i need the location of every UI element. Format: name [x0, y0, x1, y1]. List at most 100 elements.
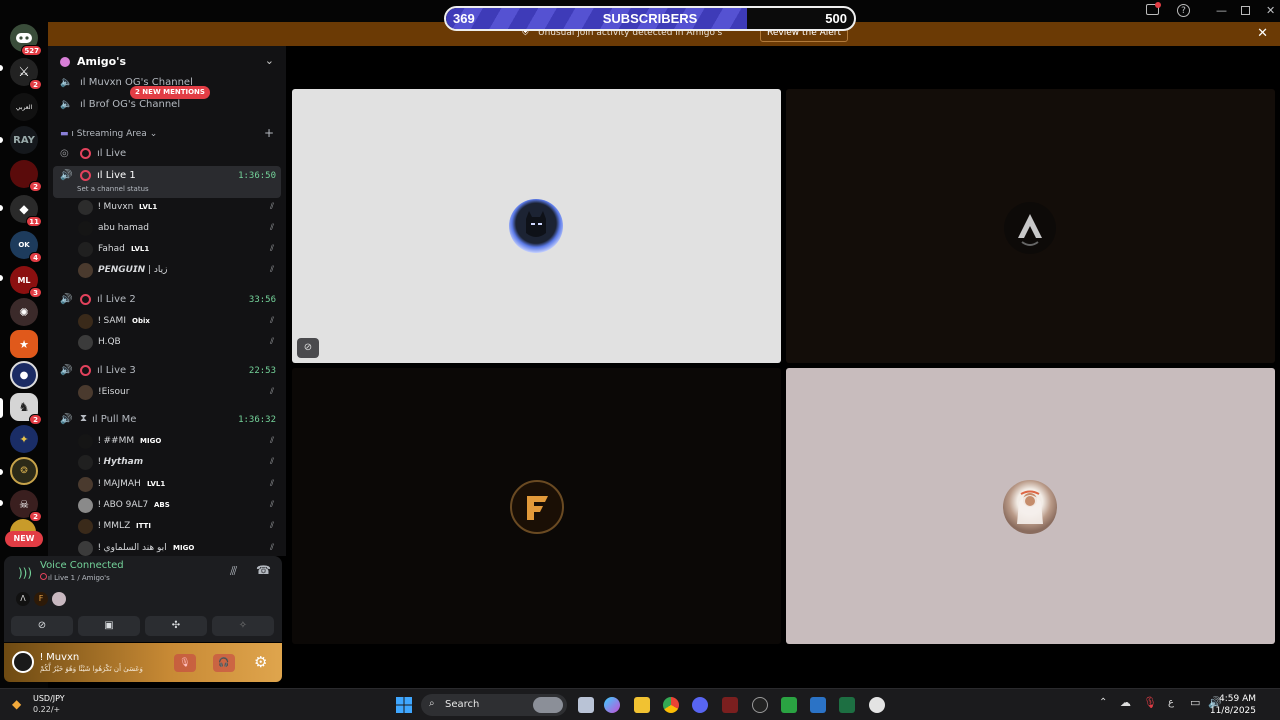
server-icon[interactable]: ❂ [10, 457, 38, 485]
cloud-icon[interactable]: ☁ [1120, 696, 1131, 709]
inbox-icon[interactable] [1146, 2, 1161, 15]
voice-user-row[interactable]: ǃ MAJMAH LVL1 ⫽ [48, 475, 286, 496]
new-mentions-badge[interactable]: 2 NEW MENTIONS [130, 86, 210, 99]
participant-avatar[interactable]: F [34, 592, 48, 606]
voice-user-row[interactable]: ǃ 𝙃𝙮𝙩𝙝𝙖𝙢 ⫽ [48, 453, 286, 474]
voice-user-row[interactable]: 𝙋𝙀𝙉𝙂𝙐𝙄𝙉 | زياد ⫽ [48, 261, 286, 282]
app-icon[interactable] [722, 697, 738, 713]
gear-icon[interactable]: ⚙ [254, 653, 267, 671]
video-tile-fahad[interactable] [292, 368, 781, 644]
chevron-down-icon: ⌄ [149, 129, 158, 139]
muted-mic-icon: ⫽ [269, 265, 274, 275]
network-icon[interactable]: ▭ [1190, 696, 1200, 709]
voice-user-row[interactable]: !Eisour ⫽ [48, 383, 286, 404]
unread-badge: 4 [29, 252, 42, 263]
server-icon[interactable]: العربي [10, 93, 38, 121]
obs-icon[interactable] [752, 697, 768, 713]
voice-user-row[interactable]: ǃ SAMI Obix ⫽ [48, 312, 286, 333]
voice-user-name: ǃ ابو هند السلماوي [98, 542, 167, 553]
windows-start-icon[interactable] [396, 697, 412, 713]
server-icon[interactable]: 2 [10, 160, 42, 192]
chrome-profile-icon[interactable] [869, 697, 885, 713]
server-icon[interactable]: ✺ [10, 298, 38, 326]
channel-pull-me[interactable]: 🔊 ⧗ ıl Pull Me 1:36:32 [48, 410, 286, 432]
game-icon[interactable] [781, 697, 797, 713]
voice-user-name: ǃ SAMI [98, 316, 126, 326]
voice-user-row[interactable]: ǃ ABO 9AL7 ABS ⫽ [48, 496, 286, 517]
server-icon[interactable]: 527 [10, 24, 42, 56]
server-icon[interactable]: ML 3 [10, 266, 42, 298]
unread-badge: 2 [29, 79, 42, 90]
voice-user-row[interactable]: Fahad LVL1 ⫽ [48, 240, 286, 261]
voice-connected-title[interactable]: Voice Connected [40, 560, 124, 571]
maximize-icon[interactable] [1241, 6, 1250, 15]
server-icon[interactable]: OK 4 [10, 231, 42, 263]
channel-live3[interactable]: 🔊 ıl Live 3 22:53 [48, 361, 286, 383]
server-icon-active[interactable]: ♞ 2 [10, 393, 42, 425]
help-icon[interactable]: ? [1177, 4, 1190, 17]
server-icon[interactable]: RAY [10, 126, 38, 154]
video-tile-penguin[interactable] [786, 368, 1275, 644]
server-icon[interactable]: ● [10, 361, 38, 389]
activities-button[interactable]: ✣ [145, 616, 207, 636]
channel-live[interactable]: ◎ ıl Live [48, 144, 286, 166]
voice-user-row[interactable]: ǃ MMLZ ITTI ⫽ [48, 517, 286, 538]
app-icon[interactable] [810, 697, 826, 713]
voice-user-row[interactable]: ǃ Muvxn LVL1 ⫽ [48, 198, 286, 219]
chrome-icon[interactable] [663, 697, 679, 713]
avatar[interactable] [12, 651, 34, 673]
noise-suppression-icon[interactable]: ⫻ [230, 564, 237, 579]
mute-icon[interactable]: 🎙 [174, 654, 196, 672]
disconnect-icon[interactable]: ☎ [256, 563, 271, 577]
subscriber-label: SUBSCRIBERS [602, 11, 698, 26]
voice-user-row[interactable]: H.QB ⫽ [48, 333, 286, 354]
discord-icon[interactable] [692, 697, 708, 713]
voice-user-row[interactable]: ǃ ##MM MIGO ⫽ [48, 432, 286, 453]
user-role-tag: LVL1 [131, 245, 150, 253]
live-icon [80, 170, 91, 181]
participant-avatar[interactable]: Λ [16, 592, 30, 606]
file-explorer-icon[interactable] [634, 697, 650, 713]
soundboard-button[interactable]: ✧ [212, 616, 274, 636]
server-icon[interactable]: ★ [10, 330, 38, 358]
deafen-icon[interactable]: 🎧 [213, 654, 235, 672]
avatar [78, 385, 93, 400]
server-icon[interactable]: ✦ [10, 425, 38, 453]
screen-share-button[interactable]: ▣ [78, 616, 140, 636]
new-servers-badge[interactable]: NEW [5, 531, 43, 547]
currency-ticker[interactable]: USD/JPY 0.22/+ [33, 693, 65, 715]
close-alert-icon[interactable]: ✕ [1257, 26, 1268, 41]
username[interactable]: ǃ Muvxn [40, 652, 79, 663]
system-clock[interactable]: 4:59 AM 11/8/2025 [1210, 693, 1256, 717]
video-tile-muvxn[interactable]: ⊘ [292, 89, 781, 363]
participant-avatar[interactable] [52, 592, 66, 606]
close-window-icon[interactable]: ✕ [1266, 4, 1275, 17]
camera-off-button[interactable]: ⊘ [11, 616, 73, 636]
chevron-up-icon[interactable]: ⌃ [1099, 697, 1107, 708]
voice-user-name: ǃ Muvxn [98, 202, 134, 212]
minimize-icon[interactable]: — [1216, 4, 1227, 17]
task-view-icon[interactable] [578, 697, 594, 713]
avatar [78, 476, 93, 492]
language-indicator[interactable]: ع [1168, 697, 1174, 708]
channel-status[interactable]: Set a channel status [77, 185, 149, 193]
copilot-icon[interactable] [604, 697, 620, 713]
channel-live2[interactable]: 🔊 ıl Live 2 33:56 [48, 290, 286, 312]
voice-user-row[interactable]: ǃ ابو هند السلماوي MIGO ⫽ [48, 539, 286, 557]
add-channel-icon[interactable]: + [264, 126, 274, 140]
video-tile-abu-hamad[interactable] [786, 89, 1275, 363]
live-icon [80, 294, 91, 305]
voice-user-row[interactable]: abu hamad ⫽ [48, 219, 286, 240]
user-role-tag: Obix [132, 317, 150, 325]
stage-icon: ◎ [60, 148, 69, 159]
microphone-icon[interactable]: 🎙 [1143, 696, 1157, 709]
category-streaming-area[interactable]: ▬ ı Streaming Area ⌄ [60, 129, 157, 139]
taskbar-search[interactable]: ⌕ Search [421, 694, 567, 716]
voice-channel-path[interactable]: ıl Live 1 / Amigo's [48, 574, 110, 582]
server-icon[interactable]: ⚔ 2 [10, 58, 42, 90]
voice-user-name: !Eisour [98, 387, 130, 397]
server-icon[interactable]: ☠ 2 [10, 490, 42, 522]
server-icon[interactable]: ◆ 11 [10, 195, 42, 227]
muted-mic-icon: ⫽ [269, 478, 274, 489]
excel-icon[interactable] [839, 697, 855, 713]
